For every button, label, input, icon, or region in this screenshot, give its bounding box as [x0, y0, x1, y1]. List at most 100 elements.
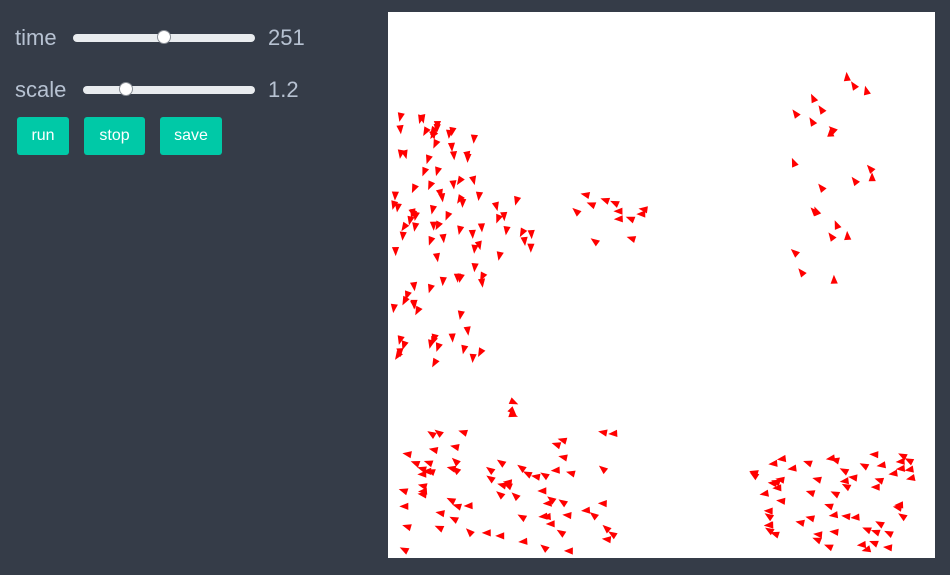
agent-arrow	[870, 529, 881, 537]
time-control: time 251	[15, 23, 305, 53]
agent-arrow	[866, 164, 876, 174]
agent-arrow	[601, 536, 612, 544]
agent-arrow	[390, 303, 398, 314]
agent-arrow	[391, 247, 400, 257]
agent-arrow	[491, 201, 499, 212]
agent-arrow	[411, 183, 419, 194]
agent-arrow	[550, 466, 560, 474]
agent-arrow	[870, 483, 880, 491]
agent-arrow	[449, 516, 459, 524]
agent-arrow	[464, 153, 472, 163]
agent-arrow	[851, 81, 859, 91]
agent-arrow	[850, 513, 860, 521]
agent-arrow	[608, 429, 618, 437]
agent-arrow	[540, 544, 550, 553]
agent-arrow	[856, 540, 867, 549]
agent-arrow	[875, 521, 885, 529]
agent-arrow	[558, 454, 568, 462]
agent-arrow	[477, 223, 485, 233]
scale-slider[interactable]	[83, 82, 255, 96]
agent-arrow	[475, 191, 484, 201]
agent-arrow	[828, 511, 839, 519]
agent-arrow	[883, 544, 893, 552]
simulation-canvas[interactable]	[388, 12, 935, 558]
agent-arrow	[839, 468, 850, 476]
agent-arrow	[869, 540, 879, 548]
agent-arrow	[545, 520, 555, 528]
agent-arrow	[844, 230, 852, 241]
agent-arrow	[556, 529, 567, 538]
agent-arrow	[435, 342, 443, 352]
scale-label: scale	[15, 77, 67, 102]
agent-arrow	[468, 229, 476, 239]
agent-arrow	[600, 197, 611, 205]
agent-arrow	[518, 537, 528, 545]
agent-arrow	[581, 506, 591, 514]
scale-value: 1.2	[268, 77, 299, 102]
agent-arrow	[469, 175, 477, 186]
agent-arrow	[402, 451, 412, 459]
agent-arrow	[830, 274, 838, 284]
agent-arrow	[449, 180, 457, 190]
time-label: time	[15, 25, 57, 50]
agent-arrow	[841, 513, 851, 521]
agent-arrow	[428, 447, 439, 455]
agent-arrow	[824, 544, 834, 552]
agent-arrow	[805, 490, 816, 498]
agent-arrow	[795, 519, 805, 527]
agent-arrow	[813, 531, 823, 539]
agent-arrow	[586, 202, 597, 210]
agent-arrow	[590, 238, 600, 247]
time-slider-handle[interactable]	[157, 30, 171, 44]
agent-arrow	[625, 216, 636, 224]
agent-arrow	[450, 444, 460, 452]
agent-arrow	[391, 191, 399, 201]
agent-arrow	[503, 226, 511, 236]
agent-arrow	[798, 268, 807, 278]
agent-arrow	[829, 528, 839, 536]
agent-arrow	[445, 210, 453, 221]
agent-arrow	[768, 459, 778, 467]
agent-arrow	[527, 229, 535, 240]
agent-arrow	[495, 532, 505, 540]
agent-arrow	[410, 281, 418, 292]
agent-arrow	[428, 339, 436, 349]
scale-slider-handle[interactable]	[119, 82, 133, 96]
agent-arrow	[898, 513, 908, 522]
stop-button[interactable]: stop	[84, 117, 145, 155]
agent-arrow	[597, 500, 607, 508]
agent-arrow	[514, 195, 522, 206]
agent-arrow	[834, 220, 842, 230]
agent-arrow	[566, 470, 576, 478]
run-button[interactable]: run	[17, 117, 69, 155]
agent-arrow	[399, 547, 410, 555]
agent-arrow	[412, 222, 420, 232]
agent-arrow	[906, 474, 916, 481]
agent-arrow	[447, 142, 455, 152]
agent-arrow	[764, 513, 775, 522]
agent-arrow	[563, 547, 573, 555]
agent-arrow	[439, 233, 447, 244]
agent-arrow	[572, 207, 582, 217]
agent-arrow	[457, 225, 465, 235]
agent-arrow	[791, 157, 799, 168]
agent-arrow	[478, 347, 486, 357]
agent-arrow	[496, 459, 507, 468]
agent-arrow	[522, 471, 533, 479]
agent-arrow	[776, 454, 787, 463]
agent-arrow	[843, 71, 851, 82]
time-slider[interactable]	[73, 30, 255, 44]
agent-arrow	[589, 512, 599, 521]
agent-arrow	[439, 276, 447, 287]
agent-arrow	[401, 340, 409, 350]
agent-arrow	[848, 474, 858, 482]
agent-arrow	[423, 460, 434, 468]
agent-arrow	[520, 236, 528, 246]
agent-arrow	[463, 326, 471, 336]
save-button[interactable]: save	[160, 117, 222, 155]
agent-arrow	[496, 491, 506, 500]
scale-control: scale 1.2	[15, 75, 299, 105]
agent-arrow	[841, 483, 852, 492]
agent-arrow	[433, 138, 441, 149]
agent-arrow	[803, 460, 813, 468]
